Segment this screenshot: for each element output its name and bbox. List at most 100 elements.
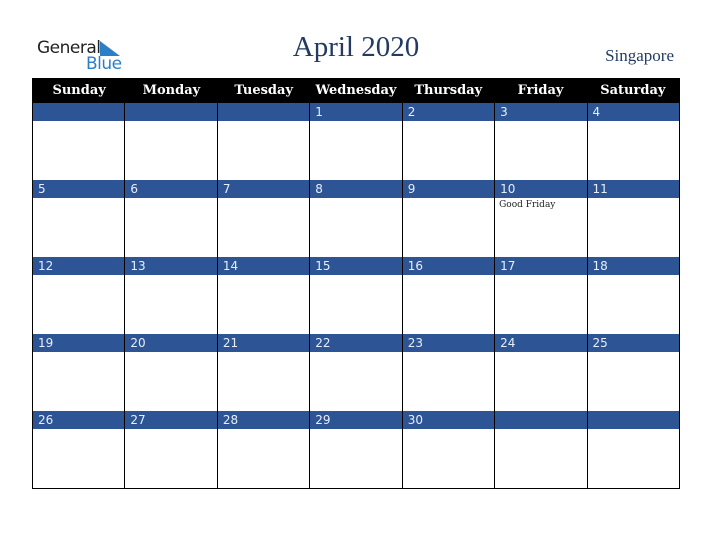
day-number: 30 <box>402 411 495 429</box>
day-cell: 20 <box>124 334 217 411</box>
country-label: Singapore <box>605 46 674 65</box>
day-cell: 23 <box>401 334 495 411</box>
day-cell: 24 <box>494 334 587 411</box>
week-row: 26 27 28 29 30 <box>33 411 679 488</box>
day-number: 14 <box>217 257 310 275</box>
day-number: 7 <box>217 180 310 198</box>
day-cell: 27 <box>124 411 217 488</box>
day-number: 13 <box>125 257 217 275</box>
day-cell: 25 <box>586 334 679 411</box>
day-number: 4 <box>587 103 679 121</box>
day-cell: 28 <box>216 411 310 488</box>
day-event <box>588 352 679 411</box>
day-event <box>403 121 494 180</box>
day-number: 29 <box>310 411 402 429</box>
day-number: 28 <box>217 411 310 429</box>
day-event <box>33 275 124 334</box>
day-number: 27 <box>125 411 217 429</box>
day-event <box>495 121 586 180</box>
day-event <box>310 198 401 257</box>
day-cell: 29 <box>309 411 402 488</box>
day-event <box>125 429 216 488</box>
weekday-wednesday: Wednesday <box>315 83 397 98</box>
day-event <box>495 429 586 488</box>
day-number: 16 <box>402 257 495 275</box>
day-cell <box>33 103 125 180</box>
day-cell: 4 <box>586 103 679 180</box>
day-cell <box>586 411 679 488</box>
day-number: 15 <box>310 257 402 275</box>
day-number: 10 <box>495 180 587 198</box>
day-event <box>588 121 679 180</box>
day-number <box>217 103 310 121</box>
day-event <box>588 429 679 488</box>
day-event <box>218 121 309 180</box>
day-number: 24 <box>495 334 587 352</box>
day-number: 3 <box>495 103 587 121</box>
day-cell: 14 <box>216 257 310 334</box>
weekday-tuesday: Tuesday <box>234 83 293 98</box>
day-cell: 10 Good Friday <box>494 180 587 257</box>
day-cell: 17 <box>494 257 587 334</box>
day-event <box>310 352 401 411</box>
day-event <box>125 352 216 411</box>
day-number: 17 <box>495 257 587 275</box>
day-number <box>33 103 125 121</box>
day-event <box>125 121 216 180</box>
day-event <box>33 121 124 180</box>
weekday-friday: Friday <box>517 83 564 98</box>
day-cell: 6 <box>124 180 217 257</box>
day-cell: 26 <box>33 411 125 488</box>
day-cell: 9 <box>401 180 495 257</box>
day-number: 8 <box>310 180 402 198</box>
day-cell: 11 <box>586 180 679 257</box>
day-cell: 3 <box>494 103 587 180</box>
day-event <box>588 198 679 257</box>
day-cell: 21 <box>216 334 310 411</box>
day-number <box>125 103 217 121</box>
day-number <box>495 411 587 429</box>
day-number: 9 <box>402 180 495 198</box>
day-number: 20 <box>125 334 217 352</box>
day-cell <box>216 103 310 180</box>
week-row: 5 6 7 8 9 10 Good Friday 11 <box>33 180 679 257</box>
day-number: 18 <box>587 257 679 275</box>
day-cell: 16 <box>401 257 495 334</box>
day-event <box>125 198 216 257</box>
day-number: 26 <box>33 411 125 429</box>
day-cell <box>124 103 217 180</box>
day-event <box>403 198 494 257</box>
day-number: 1 <box>310 103 402 121</box>
day-cell: 1 <box>309 103 402 180</box>
day-event <box>495 275 586 334</box>
day-cell <box>494 411 587 488</box>
day-event <box>403 275 494 334</box>
day-number: 19 <box>33 334 125 352</box>
weekday-monday: Monday <box>142 83 201 98</box>
day-event <box>33 429 124 488</box>
day-number: 22 <box>310 334 402 352</box>
day-number: 25 <box>587 334 679 352</box>
day-event <box>310 429 401 488</box>
day-event <box>403 352 494 411</box>
day-number: 5 <box>33 180 125 198</box>
day-event <box>218 198 309 257</box>
day-cell: 19 <box>33 334 125 411</box>
day-event <box>218 352 309 411</box>
day-event <box>310 275 401 334</box>
day-cell: 13 <box>124 257 217 334</box>
day-event <box>33 352 124 411</box>
day-cell: 30 <box>401 411 495 488</box>
day-cell: 15 <box>309 257 402 334</box>
weekday-sunday: Sunday <box>52 83 106 98</box>
day-number <box>587 411 679 429</box>
calendar-grid: Sunday Monday Tuesday Wednesday Thursday Frid… <box>32 78 680 489</box>
day-event <box>310 121 401 180</box>
day-event <box>403 429 494 488</box>
day-number: 2 <box>402 103 495 121</box>
day-number: 11 <box>587 180 679 198</box>
day-cell: 2 <box>401 103 495 180</box>
day-event <box>588 275 679 334</box>
day-event: Good Friday <box>499 200 556 210</box>
day-event <box>218 275 309 334</box>
